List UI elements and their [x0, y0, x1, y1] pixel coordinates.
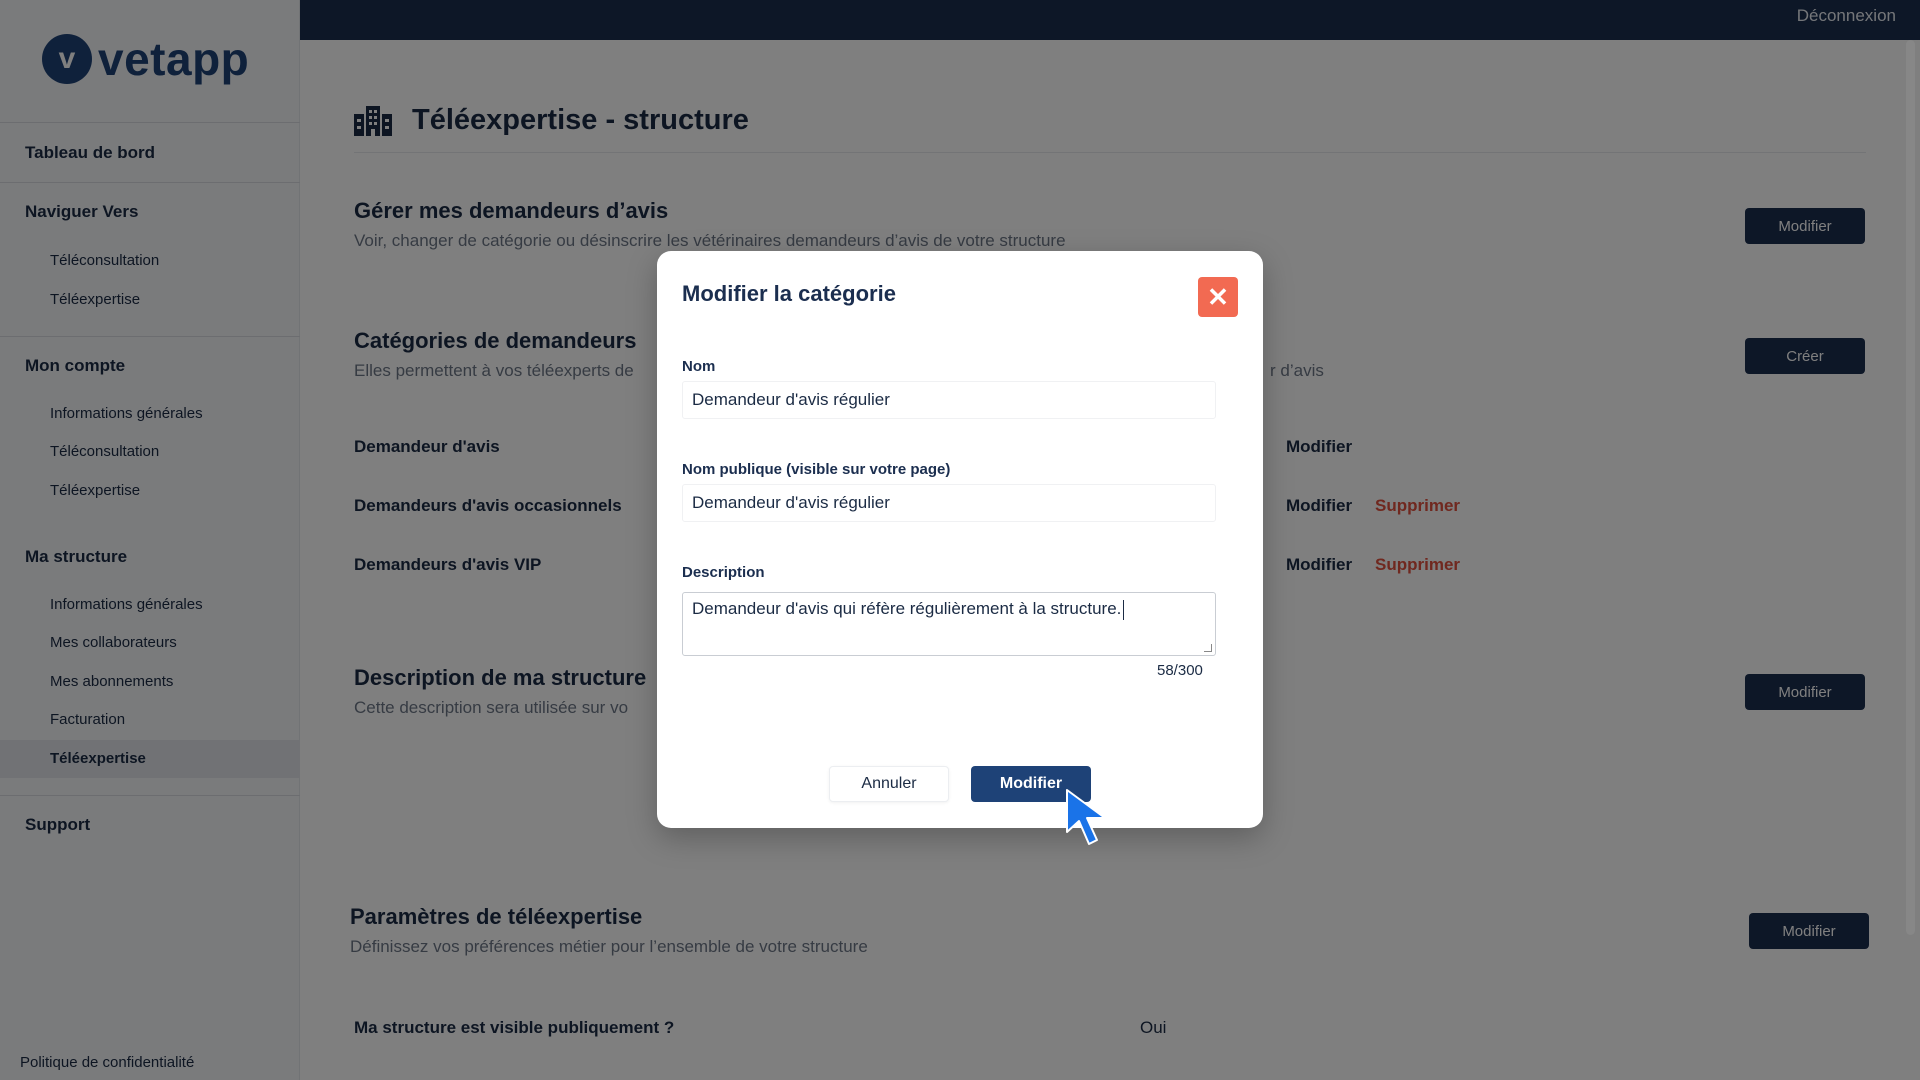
close-icon[interactable]: ✕ [1198, 277, 1238, 317]
cancel-button[interactable]: Annuler [829, 766, 949, 802]
mouse-cursor-icon [1066, 789, 1106, 845]
page-scrollbar[interactable] [1906, 40, 1915, 935]
modal-title: Modifier la catégorie [682, 281, 896, 306]
name-input[interactable]: Demandeur d'avis régulier [682, 381, 1216, 419]
resize-handle[interactable] [1204, 644, 1212, 652]
description-label: Description [682, 564, 765, 581]
character-counter: 58/300 [1157, 662, 1203, 679]
public-name-label: Nom publique (visible sur votre page) [682, 461, 951, 478]
text-caret [1123, 599, 1125, 620]
public-name-input[interactable]: Demandeur d'avis régulier [682, 484, 1216, 522]
description-textarea[interactable]: Demandeur d'avis qui réfère régulièremen… [682, 592, 1216, 656]
name-label: Nom [682, 358, 716, 375]
edit-category-modal: Modifier la catégorie ✕ Nom Demandeur d'… [657, 251, 1263, 828]
description-text: Demandeur d'avis qui réfère régulièremen… [692, 599, 1122, 618]
